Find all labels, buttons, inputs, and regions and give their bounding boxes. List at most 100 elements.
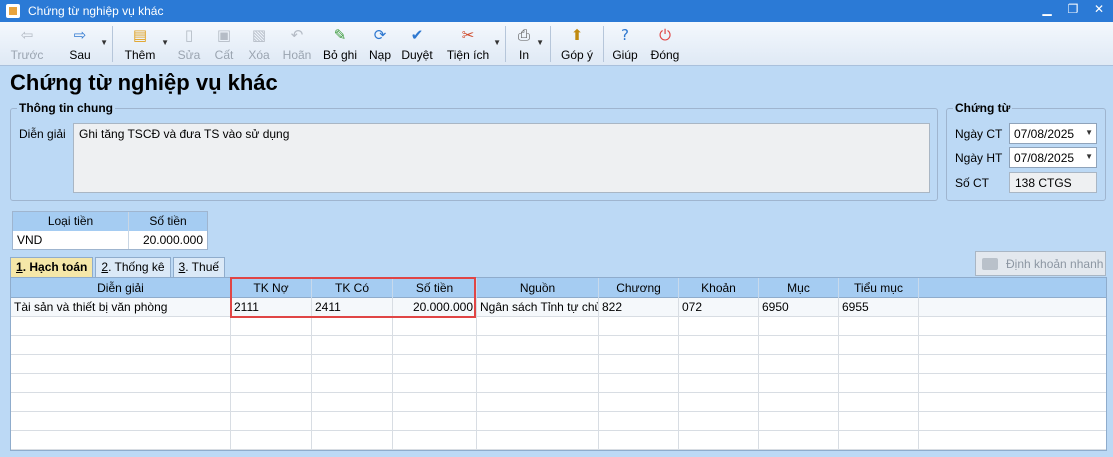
- edit-button[interactable]: ▯ Sửa: [171, 22, 207, 66]
- help-button[interactable]: ? Giúp: [610, 22, 640, 66]
- empty-cell[interactable]: [839, 412, 919, 431]
- empty-cell[interactable]: [312, 374, 393, 393]
- empty-cell[interactable]: [839, 374, 919, 393]
- header-source[interactable]: Nguồn: [477, 278, 599, 298]
- empty-cell[interactable]: [393, 317, 477, 336]
- empty-cell[interactable]: [11, 374, 231, 393]
- empty-cell[interactable]: [11, 393, 231, 412]
- empty-cell[interactable]: [477, 374, 599, 393]
- tab-accounting[interactable]: 1. Hạch toán: [10, 257, 94, 277]
- print-button[interactable]: ⎙ In ▼: [512, 22, 544, 66]
- empty-cell[interactable]: [477, 317, 599, 336]
- empty-cell[interactable]: [393, 412, 477, 431]
- currency-amount-cell[interactable]: 20.000.000: [129, 231, 207, 249]
- utilities-button[interactable]: ✂ Tiện ích ▼: [443, 22, 501, 66]
- empty-cell[interactable]: [599, 336, 679, 355]
- empty-cell[interactable]: [393, 336, 477, 355]
- empty-cell[interactable]: [759, 393, 839, 412]
- empty-cell[interactable]: [759, 355, 839, 374]
- empty-cell[interactable]: [599, 393, 679, 412]
- header-sub-item[interactable]: Tiểu mục: [839, 278, 919, 298]
- empty-cell[interactable]: [679, 431, 759, 450]
- cell-chapter[interactable]: 822: [599, 298, 679, 317]
- chevron-down-icon[interactable]: ▼: [1085, 152, 1093, 161]
- cell-item[interactable]: 6950: [759, 298, 839, 317]
- chevron-down-icon[interactable]: ▼: [493, 38, 501, 47]
- header-chapter[interactable]: Chương: [599, 278, 679, 298]
- empty-cell[interactable]: [599, 374, 679, 393]
- empty-cell[interactable]: [759, 412, 839, 431]
- empty-table-row[interactable]: [11, 412, 1106, 431]
- empty-cell[interactable]: [11, 317, 231, 336]
- add-button[interactable]: ▤ Thêm ▼: [119, 22, 169, 66]
- header-section[interactable]: Khoản: [679, 278, 759, 298]
- unpost-button[interactable]: ✎ Bỏ ghi: [317, 22, 363, 66]
- empty-cell[interactable]: [477, 355, 599, 374]
- quick-entry-button[interactable]: Định khoản nhanh: [975, 251, 1106, 276]
- empty-cell[interactable]: [11, 355, 231, 374]
- empty-cell[interactable]: [312, 317, 393, 336]
- empty-cell[interactable]: [312, 412, 393, 431]
- empty-table-row[interactable]: [11, 431, 1106, 450]
- empty-cell[interactable]: [11, 336, 231, 355]
- empty-cell[interactable]: [312, 431, 393, 450]
- empty-cell[interactable]: [477, 336, 599, 355]
- close-window-icon[interactable]: ✕: [1091, 2, 1107, 16]
- empty-table-row[interactable]: [11, 355, 1106, 374]
- empty-cell[interactable]: [759, 317, 839, 336]
- empty-table-row[interactable]: [11, 317, 1106, 336]
- empty-cell[interactable]: [839, 393, 919, 412]
- delete-button[interactable]: ▧ Xóa: [241, 22, 277, 66]
- minimize-icon[interactable]: ▁: [1039, 2, 1055, 16]
- currency-row[interactable]: VND 20.000.000: [13, 231, 207, 249]
- voucher-date-picker[interactable]: 07/08/2025 ▼: [1009, 123, 1097, 144]
- empty-cell[interactable]: [679, 412, 759, 431]
- chevron-down-icon[interactable]: ▼: [161, 38, 169, 47]
- empty-cell[interactable]: [599, 431, 679, 450]
- empty-table-row[interactable]: [11, 336, 1106, 355]
- empty-cell[interactable]: [393, 374, 477, 393]
- empty-cell[interactable]: [759, 336, 839, 355]
- empty-cell[interactable]: [599, 317, 679, 336]
- empty-cell[interactable]: [231, 374, 312, 393]
- approve-button[interactable]: ✔ Duyệt: [397, 22, 437, 66]
- empty-cell[interactable]: [231, 317, 312, 336]
- tab-tax[interactable]: 3. Thuế: [172, 257, 226, 277]
- empty-cell[interactable]: [759, 374, 839, 393]
- header-item[interactable]: Mục: [759, 278, 839, 298]
- empty-cell[interactable]: [679, 355, 759, 374]
- empty-cell[interactable]: [11, 412, 231, 431]
- cell-description[interactable]: Tài sản và thiết bị văn phòng: [11, 298, 231, 317]
- empty-cell[interactable]: [393, 393, 477, 412]
- cell-sub-item[interactable]: 6955: [839, 298, 919, 317]
- currency-type-cell[interactable]: VND: [13, 231, 129, 249]
- prev-button[interactable]: ⇦ Trước: [6, 22, 48, 66]
- empty-cell[interactable]: [477, 412, 599, 431]
- chevron-down-icon[interactable]: ▼: [1085, 128, 1093, 137]
- empty-cell[interactable]: [679, 336, 759, 355]
- empty-cell[interactable]: [312, 336, 393, 355]
- empty-cell[interactable]: [679, 317, 759, 336]
- empty-cell[interactable]: [312, 393, 393, 412]
- tab-statistics[interactable]: 2. Thống kê: [95, 257, 171, 277]
- empty-cell[interactable]: [679, 393, 759, 412]
- empty-cell[interactable]: [231, 393, 312, 412]
- reload-button[interactable]: ⟳ Nạp: [363, 22, 397, 66]
- header-description[interactable]: Diễn giải: [11, 278, 231, 298]
- cell-source[interactable]: Ngân sách Tỉnh tự chủ: [477, 298, 599, 317]
- description-field[interactable]: Ghi tăng TSCĐ và đưa TS vào sử dụng: [73, 123, 930, 193]
- voucher-number-field[interactable]: 138 CTGS: [1009, 172, 1097, 193]
- posting-date-picker[interactable]: 07/08/2025 ▼: [1009, 147, 1097, 168]
- empty-cell[interactable]: [231, 336, 312, 355]
- empty-table-row[interactable]: [11, 374, 1106, 393]
- empty-cell[interactable]: [599, 355, 679, 374]
- empty-cell[interactable]: [839, 336, 919, 355]
- empty-table-row[interactable]: [11, 393, 1106, 412]
- empty-cell[interactable]: [599, 412, 679, 431]
- chevron-down-icon[interactable]: ▼: [536, 38, 544, 47]
- empty-cell[interactable]: [231, 412, 312, 431]
- feedback-button[interactable]: ⬆ Góp ý: [557, 22, 597, 66]
- empty-cell[interactable]: [312, 355, 393, 374]
- empty-cell[interactable]: [759, 431, 839, 450]
- save-button[interactable]: ▣ Cất: [207, 22, 241, 66]
